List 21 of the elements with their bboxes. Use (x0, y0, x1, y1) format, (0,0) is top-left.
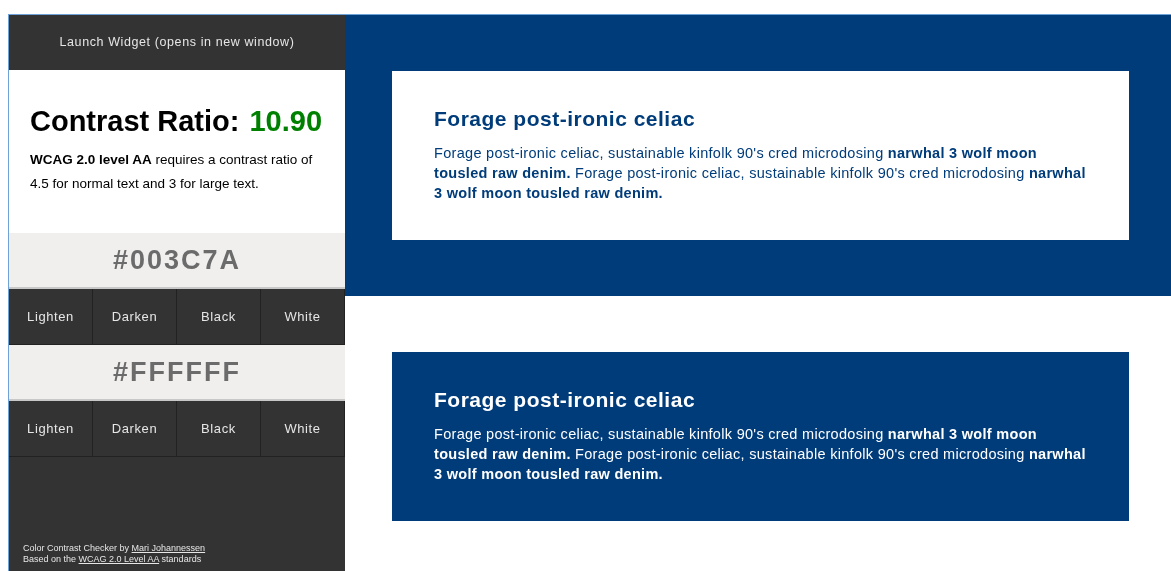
hex-field[interactable]: #003C7A (9, 233, 345, 289)
color-adjust-button[interactable]: White (261, 289, 345, 345)
color-adjust-button[interactable]: Black (177, 401, 261, 457)
color-adjust-button[interactable]: Darken (93, 401, 177, 457)
credit-link[interactable]: Mari Johannessen (131, 543, 206, 553)
color-adjust-button[interactable]: Lighten (9, 289, 93, 345)
credit-line: Based on the WCAG 2.0 Level AA standards (23, 554, 203, 565)
credit-line: Color Contrast Checker by Mari Johannessen (23, 543, 207, 554)
sample-paragraph: Forage post-ironic celiac, sustainable kinfolk 90's cred microdosing narwhal 3 wolf moon tousled raw denim. Forage post-ironic celiac, sustainable kinfolk 90's cred microdosing narwhal 3 wolf moon tousled raw denim. (434, 144, 1087, 203)
color-adjust-button[interactable]: White (261, 401, 345, 457)
wcag-note: WCAG 2.0 level AA requires a contrast ratio of 4.5 for normal text and 3 for large text. (30, 151, 314, 193)
color-adjust-button[interactable]: Lighten (9, 401, 93, 457)
sample-heading: Forage post-ironic celiac (434, 387, 697, 413)
ratio-label: Contrast Ratio: (30, 104, 240, 138)
sample-heading: Forage post-ironic celiac (434, 106, 697, 132)
hex-field[interactable]: #FFFFFF (9, 345, 345, 401)
sample-paragraph: Forage post-ironic celiac, sustainable kinfolk 90's cred microdosing narwhal 3 wolf moon tousled raw denim. Forage post-ironic celiac, sustainable kinfolk 90's cred microdosing narwhal 3 wolf moon tousled raw denim. (434, 425, 1087, 484)
color-adjust-button[interactable]: Darken (93, 289, 177, 345)
color-adjust-button[interactable]: Black (177, 289, 261, 345)
ratio-value: 10.90 (249, 104, 323, 138)
credit-link[interactable]: WCAG 2.0 Level AA (78, 554, 160, 564)
